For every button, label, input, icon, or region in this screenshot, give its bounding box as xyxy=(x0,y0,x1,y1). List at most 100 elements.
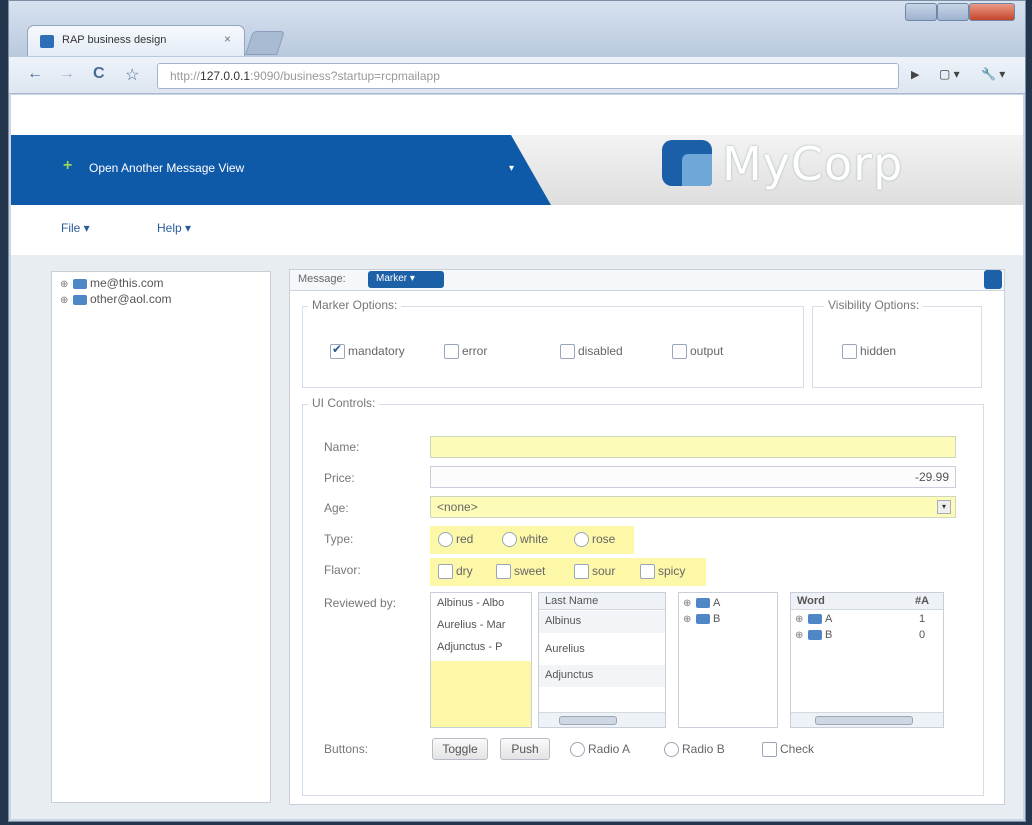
expand-icon[interactable]: ⊕ xyxy=(60,279,70,290)
expand-icon[interactable]: ⊕ xyxy=(60,295,70,306)
scrollbar-thumb[interactable] xyxy=(815,716,913,725)
column-header-count[interactable]: #A xyxy=(915,595,929,607)
red-radio[interactable] xyxy=(438,532,453,547)
maximize-button[interactable] xyxy=(937,3,969,21)
reviewers-list[interactable]: Albinus - Albo Aurelius - Mar Adjunctus … xyxy=(430,592,532,728)
visibility-options-group xyxy=(812,306,982,388)
column-header-word[interactable]: Word xyxy=(797,595,825,607)
new-tab-button[interactable] xyxy=(245,31,285,55)
scrollbar-thumb[interactable] xyxy=(559,716,617,725)
type-label: Type: xyxy=(324,532,354,546)
count-cell: 0 xyxy=(919,629,926,641)
menu-file[interactable]: File ▾ xyxy=(61,221,90,235)
tools-menu-icon[interactable]: 🔧 ▾ xyxy=(981,67,1005,81)
web-page: + Open Another Message View ▾ MyCorp Fil… xyxy=(11,95,1023,819)
hidden-checkbox[interactable] xyxy=(842,344,857,359)
category-tree[interactable]: ⊕ A ⊕ B xyxy=(678,592,778,728)
bookmark-star-icon[interactable]: ☆ xyxy=(125,65,139,85)
output-label: output xyxy=(690,344,724,358)
horizontal-scrollbar[interactable] xyxy=(791,712,943,727)
tree-item[interactable]: ⊕ A xyxy=(683,597,720,609)
output-checkbox[interactable] xyxy=(672,344,687,359)
radio-a-button[interactable] xyxy=(570,742,585,757)
page-menu-icon[interactable]: ▶ xyxy=(911,68,919,81)
list-item[interactable]: Adjunctus - P xyxy=(437,641,502,653)
chevron-down-icon[interactable]: ▾ xyxy=(509,163,514,174)
sour-checkbox[interactable] xyxy=(574,564,589,579)
check-label: Check xyxy=(780,742,815,756)
ui-controls-legend: UI Controls: xyxy=(308,396,380,410)
marker-tab-label: Marker ▾ xyxy=(376,273,415,284)
logo-icon-inner xyxy=(682,154,712,186)
tree-item-label: A xyxy=(825,613,833,625)
message-tab-bar: Message: Marker ▾ xyxy=(290,270,1004,291)
last-name-table[interactable]: Last Name Albinus Aurelius Adjunctus xyxy=(538,592,666,728)
document-menu-icon[interactable]: ▢ ▾ xyxy=(939,67,960,81)
push-button[interactable]: Push xyxy=(500,738,550,760)
mailbox-tree: ⊕ me@this.com ⊕ other@aol.com xyxy=(51,271,271,803)
folder-icon xyxy=(808,630,822,641)
price-value: -29.99 xyxy=(914,470,949,484)
list-item[interactable]: Albinus - Albo xyxy=(437,597,504,609)
browser-window: RAP business design × ← → C ☆ http://127… xyxy=(8,0,1026,822)
horizontal-scrollbar[interactable] xyxy=(539,712,665,727)
dry-checkbox[interactable] xyxy=(438,564,453,579)
plus-icon: + xyxy=(63,157,73,174)
address-bar[interactable]: http://127.0.0.1:9090/business?startup=r… xyxy=(157,63,899,89)
radio-b-button[interactable] xyxy=(664,742,679,757)
message-label: Message: xyxy=(298,273,346,285)
visibility-options-legend: Visibility Options: xyxy=(824,298,924,312)
spicy-label: spicy xyxy=(658,564,686,578)
table-row[interactable]: Albinus xyxy=(545,615,581,627)
rose-radio[interactable] xyxy=(574,532,589,547)
back-icon[interactable]: ← xyxy=(27,65,43,83)
tree-item-label: A xyxy=(713,597,721,609)
close-window-button[interactable] xyxy=(969,3,1015,21)
tab-close-icon[interactable]: × xyxy=(224,32,231,46)
mandatory-checkbox[interactable] xyxy=(330,342,345,359)
tree-item[interactable]: ⊕ A xyxy=(795,613,832,625)
tree-item[interactable]: ⊕ other@aol.com xyxy=(60,292,172,306)
panel-menu-icon[interactable] xyxy=(984,270,1002,289)
marker-tab[interactable]: Marker ▾ xyxy=(368,271,444,288)
list-item[interactable]: Aurelius - Mar xyxy=(437,619,505,631)
spicy-checkbox[interactable] xyxy=(640,564,655,579)
white-label: white xyxy=(520,532,549,546)
word-table[interactable]: Word #A ⊕ A 1 ⊕ B 0 xyxy=(790,592,944,728)
tree-item[interactable]: ⊕ B xyxy=(683,613,720,625)
reviewed-by-label: Reviewed by: xyxy=(324,596,397,610)
logo-text: MyCorp xyxy=(722,137,904,191)
column-header-last-name[interactable]: Last Name xyxy=(545,595,598,607)
browser-tab[interactable]: RAP business design × xyxy=(27,25,245,56)
error-checkbox[interactable] xyxy=(444,344,459,359)
browser-toolbar: ← → C ☆ http://127.0.0.1:9090/business?s… xyxy=(9,57,1025,94)
message-panel: Message: Marker ▾ Marker Options: mandat… xyxy=(289,269,1005,805)
dropdown-arrow-icon[interactable]: ▾ xyxy=(937,500,951,514)
check-checkbox[interactable] xyxy=(762,742,777,757)
sweet-label: sweet xyxy=(514,564,546,578)
age-select[interactable]: <none> ▾ xyxy=(430,496,956,518)
age-value: <none> xyxy=(437,500,478,514)
table-row[interactable]: Aurelius xyxy=(545,643,585,655)
table-row[interactable]: Adjunctus xyxy=(545,669,593,681)
tree-item[interactable]: ⊕ B xyxy=(795,629,832,641)
sweet-checkbox[interactable] xyxy=(496,564,511,579)
dry-label: dry xyxy=(456,564,473,578)
folder-icon xyxy=(696,598,710,609)
toggle-button[interactable]: Toggle xyxy=(432,738,488,760)
window-controls xyxy=(905,3,1015,21)
open-message-view-link[interactable]: Open Another Message View xyxy=(89,161,244,175)
disabled-checkbox[interactable] xyxy=(560,344,575,359)
menu-help[interactable]: Help ▾ xyxy=(157,221,191,235)
forward-icon[interactable]: → xyxy=(59,65,75,83)
name-input[interactable] xyxy=(430,436,956,458)
white-radio[interactable] xyxy=(502,532,517,547)
reload-icon[interactable]: C xyxy=(93,65,105,83)
minimize-button[interactable] xyxy=(905,3,937,21)
tree-item[interactable]: ⊕ me@this.com xyxy=(60,276,164,290)
hidden-label: hidden xyxy=(860,344,897,358)
radio-b-label: Radio B xyxy=(682,742,725,756)
price-input[interactable]: -29.99 xyxy=(430,466,956,488)
red-label: red xyxy=(456,532,474,546)
flavor-label: Flavor: xyxy=(324,563,361,577)
